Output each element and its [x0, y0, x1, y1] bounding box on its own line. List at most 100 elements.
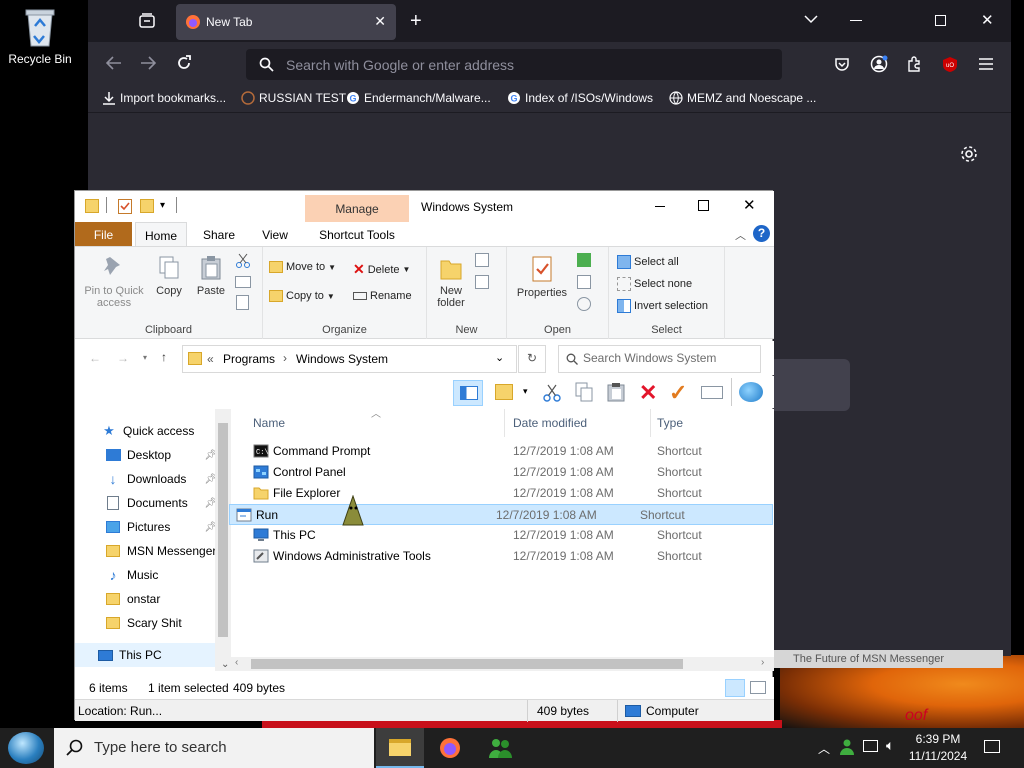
cut-icon[interactable] — [235, 253, 251, 269]
history-icon[interactable] — [577, 297, 591, 311]
cut-icon[interactable] — [543, 384, 561, 402]
qat-dropdown-icon[interactable]: ▾ — [160, 200, 165, 211]
ublock-icon[interactable]: uO — [942, 56, 958, 73]
breadcrumb-windows-system[interactable]: Windows System — [296, 352, 388, 366]
file-row-command-prompt[interactable]: C:\ Command Prompt 12/7/2019 1:08 AM Shortc… — [247, 441, 773, 462]
column-header-type[interactable]: Type — [651, 409, 773, 437]
bookmark-memz[interactable]: MEMZ and Noescape ... — [669, 91, 816, 105]
nav-item-this-pc[interactable]: This PC — [75, 643, 215, 667]
open-icon[interactable] — [577, 253, 591, 267]
settings-gear-icon[interactable] — [960, 145, 978, 163]
chevron-down-icon[interactable]: ⌄ — [495, 351, 504, 364]
maximize-icon[interactable] — [935, 15, 946, 26]
maximize-icon[interactable] — [698, 200, 709, 211]
bookmark-russian-test[interactable]: RUSSIAN TEST — [241, 91, 346, 105]
new-folder-qat-icon[interactable] — [140, 199, 154, 213]
pocket-icon[interactable] — [834, 56, 850, 72]
tab-home[interactable]: Home — [135, 222, 187, 246]
extensions-icon[interactable] — [906, 56, 922, 72]
rename-button[interactable]: Rename — [353, 290, 412, 302]
copy-path-icon[interactable] — [235, 276, 251, 288]
nav-item-downloads[interactable]: ↓ Downloads 📌︎ — [75, 467, 231, 491]
search-input[interactable] — [583, 351, 753, 365]
paste-icon[interactable] — [607, 382, 625, 402]
horizontal-scrollbar[interactable]: ‹ › — [231, 657, 774, 671]
pin-quick-access-button[interactable]: Pin to Quick access — [81, 255, 147, 309]
tab-file[interactable]: File — [75, 222, 132, 246]
search-box[interactable] — [558, 345, 761, 373]
tab-new-tab[interactable]: New Tab ✕ — [176, 4, 396, 40]
delete-button[interactable]: ✕ Delete ▼ — [353, 261, 410, 278]
scroll-left-icon[interactable]: ‹ — [235, 657, 238, 668]
bookmark-index-isos[interactable]: G Index of /ISOs/Windows — [507, 91, 653, 105]
hamburger-menu-icon[interactable] — [978, 57, 994, 71]
notifications-icon[interactable] — [984, 740, 1000, 753]
folder-options-icon[interactable] — [495, 384, 513, 400]
nav-item-pictures[interactable]: Pictures 📌︎ — [75, 515, 231, 539]
tab-list-icon[interactable] — [138, 12, 156, 30]
refresh-icon[interactable]: ↻ — [518, 345, 546, 373]
collapse-ribbon-icon[interactable]: ︿ — [735, 227, 746, 243]
volume-icon[interactable]: 🔈︎ — [886, 737, 894, 754]
nav-item-msn-messenger[interactable]: MSN Messenger — [75, 539, 231, 563]
copy-button[interactable]: Copy — [151, 255, 187, 297]
tray-msn-icon[interactable] — [839, 738, 855, 756]
dropdown-arrow-icon[interactable]: ▾ — [523, 386, 528, 397]
bookmark-endermanch[interactable]: G Endermanch/Malware... — [346, 91, 491, 105]
copy-icon[interactable] — [575, 382, 593, 402]
file-row-control-panel[interactable]: Control Panel 12/7/2019 1:08 AM Shortcut — [247, 462, 773, 483]
select-all-button[interactable]: Select all — [617, 255, 679, 269]
properties-check-icon[interactable]: ✓ — [669, 380, 687, 406]
recent-locations-icon[interactable]: ▾ — [143, 353, 147, 362]
back-icon[interactable] — [106, 56, 122, 70]
close-window-icon[interactable]: ✕ — [981, 11, 994, 29]
taskbar-clock[interactable]: 6:39 PM 11/11/2024 — [908, 731, 968, 765]
breadcrumb-programs[interactable]: Programs — [223, 352, 275, 366]
url-bar[interactable] — [246, 49, 782, 80]
bookmark-import[interactable]: Import bookmarks... — [102, 91, 226, 105]
column-header-name[interactable]: Name — [247, 409, 505, 437]
close-tab-icon[interactable]: ✕ — [374, 13, 386, 30]
taskbar-msn-messenger[interactable] — [476, 728, 524, 768]
minimize-icon[interactable] — [850, 20, 862, 21]
tab-view[interactable]: View — [251, 222, 299, 246]
tray-overflow-icon[interactable]: ︿ — [818, 740, 830, 757]
chevron-down-icon[interactable] — [804, 14, 818, 24]
reload-icon[interactable] — [176, 55, 192, 71]
address-bar[interactable]: « Programs › Windows System ⌄ — [182, 345, 517, 373]
properties-button[interactable]: Properties — [513, 255, 571, 299]
taskbar-firefox[interactable] — [426, 728, 474, 768]
up-arrow-icon[interactable]: ↑ — [161, 350, 167, 364]
nav-item-documents[interactable]: Documents 📌︎ — [75, 491, 231, 515]
nav-item-desktop[interactable]: Desktop 📌︎ — [75, 443, 231, 467]
delete-icon[interactable]: ✕ — [639, 380, 657, 406]
nav-item-quick-access[interactable]: ★ Quick access — [75, 419, 231, 443]
large-icons-view-icon[interactable] — [750, 681, 766, 694]
new-folder-button[interactable]: New folder — [431, 255, 471, 309]
taskbar-file-explorer[interactable] — [376, 728, 424, 768]
nav-scrollbar-thumb[interactable] — [218, 423, 228, 637]
url-input[interactable] — [286, 55, 766, 75]
file-row-this-pc[interactable]: This PC 12/7/2019 1:08 AM Shortcut — [247, 525, 773, 546]
column-header-date[interactable]: Date modified — [507, 409, 651, 437]
nav-item-music[interactable]: ♪ Music — [75, 563, 231, 587]
nav-scroll-down-icon[interactable]: ⌄ — [221, 659, 229, 670]
recycle-bin-shortcut[interactable]: Recycle Bin — [6, 6, 74, 76]
scroll-right-icon[interactable]: › — [761, 657, 764, 668]
edit-icon[interactable] — [577, 275, 591, 289]
msn-window-strip[interactable]: The Future of MSN Messenger — [773, 650, 1003, 668]
new-item-icon[interactable] — [475, 253, 489, 267]
breadcrumb-overflow[interactable]: « — [207, 352, 214, 366]
close-window-icon[interactable]: ✕ — [743, 196, 756, 214]
manage-context-tab[interactable]: Manage — [305, 195, 409, 222]
nav-item-scary-shit[interactable]: Scary Shit — [75, 611, 231, 635]
taskbar-search[interactable] — [54, 728, 374, 768]
rename-icon[interactable] — [701, 386, 723, 399]
back-arrow-icon[interactable]: ← — [89, 351, 101, 365]
forward-icon[interactable] — [140, 56, 156, 70]
properties-qat-icon[interactable] — [118, 199, 132, 214]
file-row-run[interactable]: Run 12/7/2019 1:08 AM Shortcut — [229, 504, 773, 525]
forward-arrow-icon[interactable]: → — [117, 351, 129, 365]
nav-item-onstar[interactable]: onstar — [75, 587, 231, 611]
help-icon[interactable]: ? — [753, 225, 770, 242]
